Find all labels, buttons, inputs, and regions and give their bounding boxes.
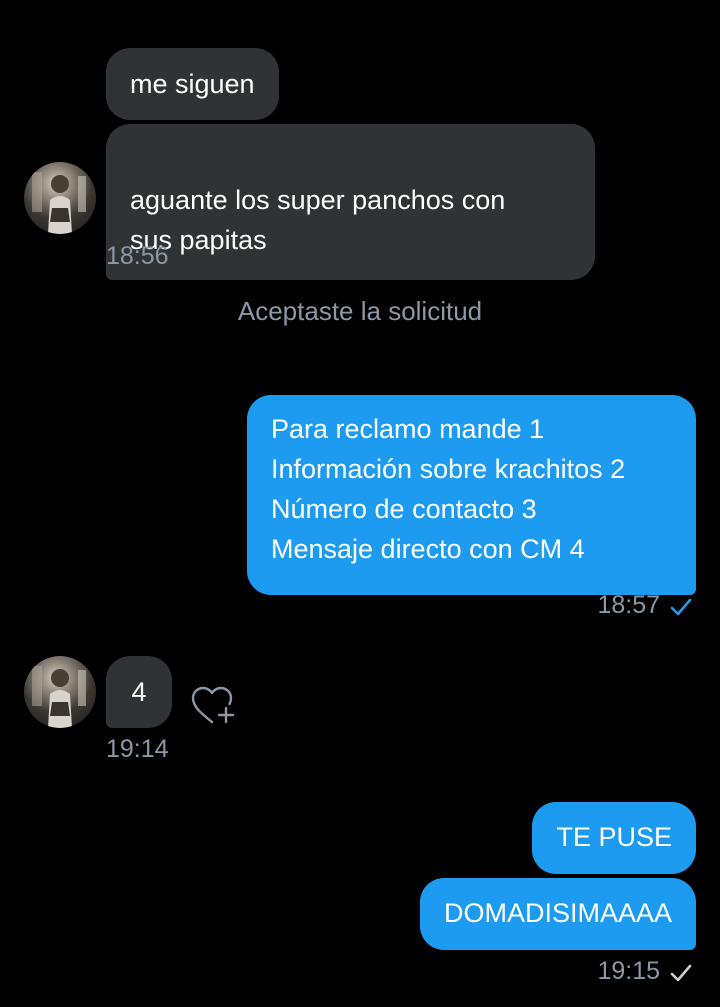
timestamp: 18:57 [597, 591, 660, 619]
avatar-photo-icon [32, 172, 86, 234]
timestamp: 19:14 [106, 735, 169, 763]
timestamp: 18:56 [106, 242, 169, 270]
seen-check-icon [670, 598, 692, 616]
message-text: TE PUSE [556, 822, 672, 852]
message-text: me siguen [130, 69, 255, 99]
avatar[interactable] [24, 162, 96, 234]
system-notice: Aceptaste la solicitud [237, 296, 483, 326]
message-text: aguante los super panchos con sus papita… [130, 185, 506, 255]
message-text: DOMADISIMAAAA [443, 898, 672, 928]
avatar-photo-icon [32, 666, 86, 728]
outgoing-message-1[interactable]: TE PUSE [532, 802, 696, 874]
incoming-message-1[interactable]: me siguen [106, 48, 279, 120]
message-text: 4 [131, 677, 147, 707]
incoming-message-3[interactable]: 4 [106, 656, 172, 728]
outgoing-message-menu[interactable]: Para reclamo mande 1 Información sobre k… [247, 395, 696, 595]
timestamp: 19:15 [597, 957, 660, 985]
menu-line: Número de contacto 3 [271, 494, 537, 524]
menu-line: Para reclamo mande 1 [271, 414, 545, 444]
avatar[interactable] [24, 656, 96, 728]
sent-check-icon [670, 964, 692, 982]
menu-line: Información sobre krachitos 2 [271, 454, 626, 484]
react-heart-plus-icon[interactable] [190, 684, 238, 728]
incoming-message-2[interactable]: aguante los super panchos con sus papita… [106, 124, 595, 280]
menu-line: Mensaje directo con CM 4 [271, 534, 585, 564]
outgoing-message-2[interactable]: DOMADISIMAAAA [419, 878, 696, 950]
